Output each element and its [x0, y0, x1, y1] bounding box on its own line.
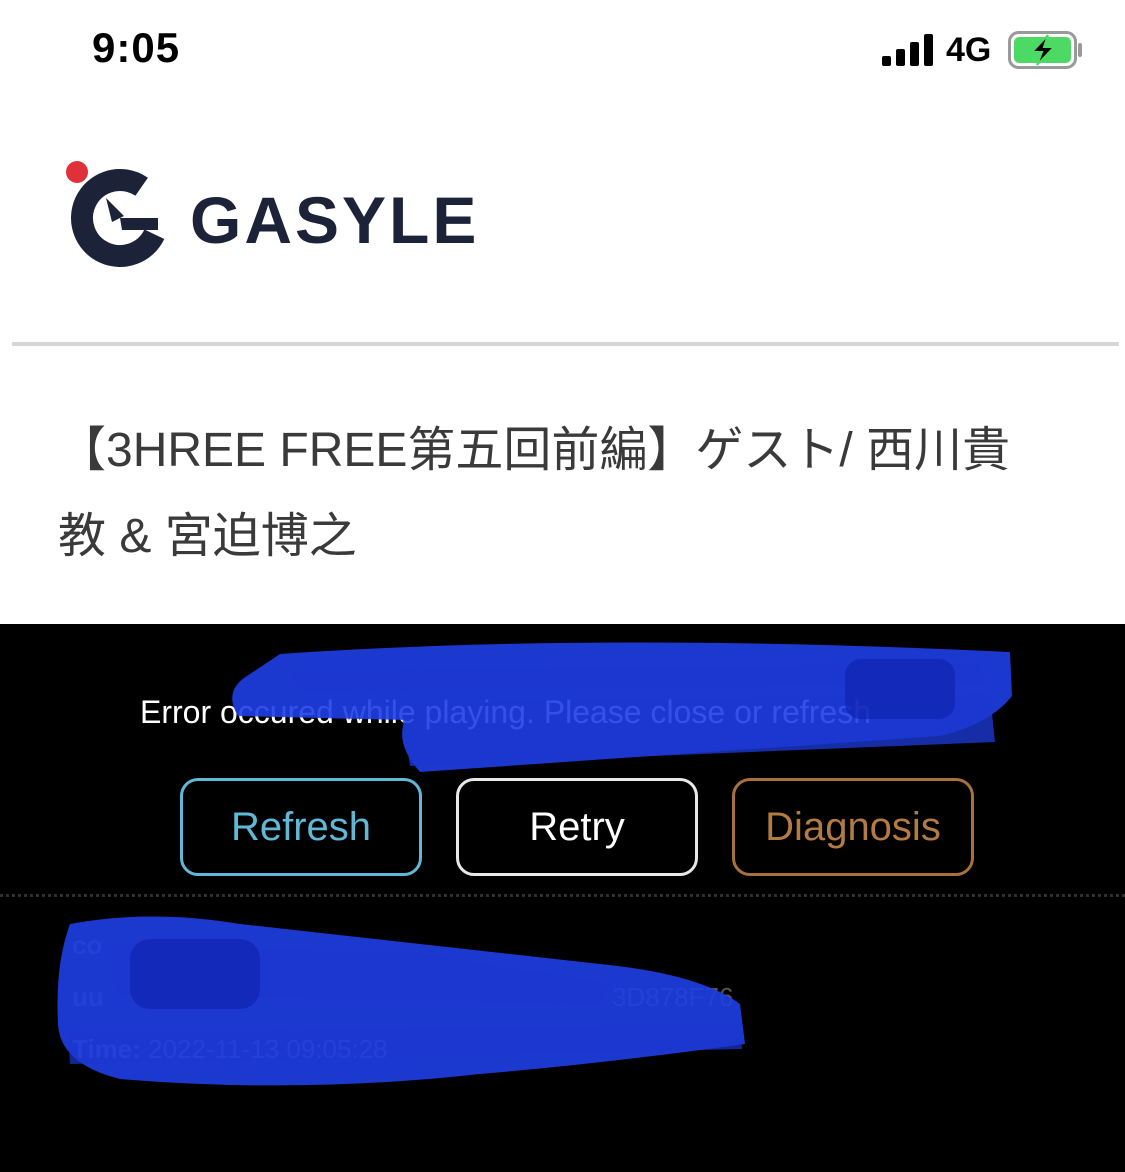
info-code-row: co — [72, 930, 102, 961]
info-time-key: Time: — [72, 1034, 141, 1064]
status-time: 9:05 — [92, 24, 181, 71]
video-title: 【3HREE FREE第五回前編】ゲスト/ 西川貴教 & 宮迫博之 — [58, 424, 1011, 563]
info-code-key: co — [72, 930, 103, 960]
network-type: 4G — [946, 31, 992, 69]
cellular-signal-icon — [882, 34, 933, 66]
retry-button[interactable]: Retry — [456, 778, 698, 876]
gasyle-logo-icon — [66, 161, 169, 267]
header-divider — [12, 342, 1119, 346]
app-screen: 9:05 4G GASYLE 【3HREE FREE第五回前編】ゲスト/ 西川貴… — [0, 0, 1125, 1172]
brand-name: GASYLE — [190, 183, 480, 257]
info-uuid-row: uu 3D878F76 — [72, 982, 733, 1013]
video-player: Error occured while playing. Please clos… — [0, 624, 1125, 1172]
diagnosis-button[interactable]: Diagnosis — [732, 778, 974, 876]
info-uuid-key: uu — [72, 982, 104, 1012]
info-time-row: Time: 2022-11-13 09:05:28 — [72, 1034, 388, 1065]
status-bar: 9:05 4G — [0, 0, 1125, 100]
info-uuid-value: 3D878F76 — [612, 982, 734, 1012]
error-message: Error occured while playing. Please clos… — [140, 694, 871, 730]
info-divider — [0, 894, 1125, 897]
refresh-button[interactable]: Refresh — [180, 778, 422, 876]
info-time-value: 2022-11-13 09:05:28 — [148, 1034, 388, 1064]
battery-charging-icon — [1008, 31, 1082, 69]
